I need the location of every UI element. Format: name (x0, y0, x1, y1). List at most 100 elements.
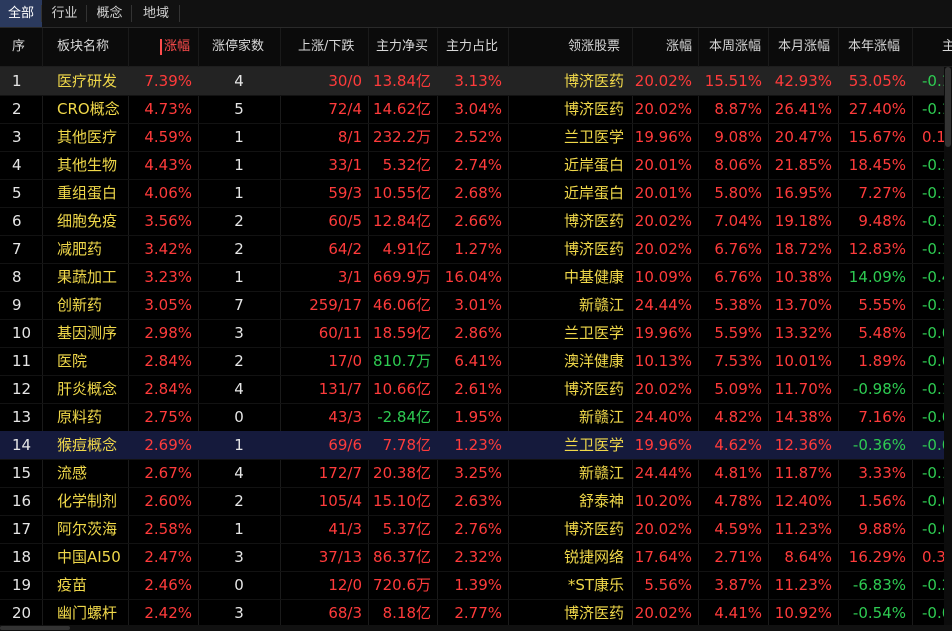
row-up-down: 41/3 (328, 520, 362, 538)
row-year-change: 9.88% (858, 520, 906, 538)
row-month-change: 11.70% (774, 380, 832, 398)
row-main-ratio: 6.41% (454, 352, 502, 370)
row-up-down: 3/1 (337, 268, 362, 286)
row-leading-stock: 近岸蛋白 (563, 184, 624, 202)
row-year-change: -0.54% (852, 604, 906, 622)
tab-region[interactable]: 地域 (132, 0, 180, 27)
row-week-change: 4.82% (714, 408, 762, 426)
row-up-down: 60/11 (318, 324, 362, 342)
table-row[interactable]: 20 幽门螺杆 2.42% 3 68/3 8.18亿 2.77% 博济医药 20.02% 4.41… (0, 599, 952, 625)
col-header-leading-stock[interactable]: 领涨股票 (568, 28, 620, 66)
row-week-change: 5.59% (714, 324, 762, 342)
row-index: 13 (12, 408, 32, 426)
row-limit-up: 3 (234, 324, 244, 342)
col-header-year-change[interactable]: 本年涨幅 (848, 28, 900, 66)
row-leader-change: 24.40% (634, 408, 692, 426)
table-row[interactable]: 19 疫苗 2.46% 0 12/0 720.6万 1.39% *ST康乐 5.56% 3.87%… (0, 571, 952, 600)
table-row[interactable]: 9 创新药 3.05% 7 259/17 46.06亿 3.01% 新赣江 24.44% 5.38… (0, 291, 952, 320)
row-year-change: 14.09% (848, 268, 906, 286)
row-leading-stock: *ST康乐 (567, 576, 624, 594)
tab-concept[interactable]: 概念 (87, 0, 132, 27)
row-leader-change: 20.02% (634, 380, 692, 398)
row-up-down: 259/17 (309, 296, 362, 314)
table-row[interactable]: 15 流感 2.67% 4 172/7 20.38亿 3.25% 新赣江 24.44% 4.81%… (0, 459, 952, 488)
row-net-buy: 5.37亿 (382, 520, 431, 538)
row-sector-name: 肝炎概念 (57, 380, 118, 398)
row-index: 18 (12, 548, 32, 566)
table-row[interactable]: 3 其他医疗 4.59% 1 8/1 232.2万 2.52% 兰卫医学 19.96% 9.08%… (0, 123, 952, 152)
col-header-up-down[interactable]: 上涨/下跌 (298, 28, 354, 66)
row-leader-change: 5.56% (644, 576, 692, 594)
row-sector-name: 疫苗 (57, 576, 88, 594)
tab-all[interactable]: 全部 (0, 0, 42, 27)
col-header-month-change[interactable]: 本月涨幅 (778, 28, 830, 66)
row-sector-name: 中国AI50 (57, 548, 121, 566)
table-row[interactable]: 18 中国AI50 2.47% 3 37/13 86.37亿 2.32% 锐捷网络 17.64%… (0, 543, 952, 572)
vertical-scrollbar[interactable] (944, 67, 952, 625)
col-header-leader-change[interactable]: 涨幅 (666, 28, 692, 66)
row-main-ratio: 1.23% (454, 436, 502, 454)
row-index: 3 (12, 128, 22, 146)
table-row[interactable]: 8 果蔬加工 3.23% 1 3/1 669.9万 16.04% 中基健康 10.09% 6.76… (0, 263, 952, 292)
row-leading-stock: 舒泰神 (578, 492, 624, 510)
table-row[interactable]: 11 医院 2.84% 2 17/0 810.7万 6.41% 澳洋健康 10.13% 7.53%… (0, 347, 952, 376)
row-month-change: 10.92% (774, 604, 832, 622)
horizontal-scroll-thumb[interactable] (0, 626, 70, 630)
row-leading-stock: 新赣江 (578, 464, 624, 482)
row-leading-stock: 中基健康 (563, 268, 624, 286)
row-week-change: 4.78% (714, 492, 762, 510)
row-change: 4.43% (144, 156, 192, 174)
row-index: 10 (12, 324, 32, 342)
col-header-limit-up[interactable]: 涨停家数 (212, 28, 264, 66)
col-header-main-ratio[interactable]: 主力占比 (446, 28, 498, 66)
row-year-change: 9.48% (858, 212, 906, 230)
horizontal-scrollbar[interactable] (0, 625, 952, 631)
table-row[interactable]: 17 阿尔茨海 2.58% 1 41/3 5.37亿 2.76% 博济医药 20.02% 4.59… (0, 515, 952, 544)
row-main-ratio: 2.68% (454, 184, 502, 202)
row-leader-change: 24.44% (634, 464, 692, 482)
table-row[interactable]: 4 其他生物 4.43% 1 33/1 5.32亿 2.74% 近岸蛋白 20.01% 8.06%… (0, 151, 952, 180)
row-net-buy: 20.38亿 (373, 464, 431, 482)
row-year-change: 53.05% (848, 72, 906, 90)
row-leading-stock: 博济医药 (563, 100, 624, 118)
row-month-change: 12.40% (774, 492, 832, 510)
row-up-down: 8/1 (337, 128, 362, 146)
row-week-change: 5.09% (714, 380, 762, 398)
row-up-down: 12/0 (328, 576, 362, 594)
row-week-change: 4.62% (714, 436, 762, 454)
row-sector-name: 猴痘概念 (57, 436, 118, 454)
col-header-net-buy[interactable]: 主力净买 (376, 28, 428, 66)
row-week-change: 4.81% (714, 464, 762, 482)
col-header-week-change[interactable]: 本周涨幅 (709, 28, 761, 66)
table-row[interactable]: 6 细胞免疫 3.56% 2 60/5 12.84亿 2.66% 博济医药 20.02% 7.04… (0, 207, 952, 236)
table-row[interactable]: 7 减肥药 3.42% 2 64/2 4.91亿 1.27% 博济医药 20.02% 6.76% 1… (0, 235, 952, 264)
row-week-change: 3.87% (714, 576, 762, 594)
row-net-buy: 46.06亿 (373, 296, 431, 314)
table-row[interactable]: 1 医疗研发 7.39% 4 30/0 13.84亿 3.13% 博济医药 20.02% 15.5… (0, 67, 952, 96)
row-main-ratio: 2.61% (454, 380, 502, 398)
col-header-index[interactable]: 序 (12, 28, 25, 66)
col-header-extra[interactable]: 主 (942, 28, 952, 66)
col-header-change[interactable]: 涨幅 (160, 28, 190, 66)
row-week-change: 8.06% (714, 156, 762, 174)
table-row[interactable]: 12 肝炎概念 2.84% 4 131/7 10.66亿 2.61% 博济医药 20.02% 5.… (0, 375, 952, 404)
table-row[interactable]: 13 原料药 2.75% 0 43/3 -2.84亿 1.95% 新赣江 24.40% 4.82%… (0, 403, 952, 432)
tab-industry[interactable]: 行业 (42, 0, 87, 27)
col-header-sector-name[interactable]: 板块名称 (57, 28, 109, 66)
row-year-change: 27.40% (848, 100, 906, 118)
row-index: 15 (12, 464, 32, 482)
table-row[interactable]: 2 CRO概念 4.73% 5 72/4 14.62亿 3.04% 博济医药 20.02% 8.8… (0, 95, 952, 124)
table-row[interactable]: 14 猴痘概念 2.69% 1 69/6 7.78亿 1.23% 兰卫医学 19.96% 4.62… (0, 431, 952, 460)
table-row[interactable]: 5 重组蛋白 4.06% 1 59/3 10.55亿 2.68% 近岸蛋白 20.01% 5.80… (0, 179, 952, 208)
table-row[interactable]: 16 化学制剂 2.60% 2 105/4 15.10亿 2.63% 舒泰神 10.20% 4.7… (0, 487, 952, 516)
table-row[interactable]: 10 基因测序 2.98% 3 60/11 18.59亿 2.86% 兰卫医学 19.96% 5.… (0, 319, 952, 348)
row-leader-change: 24.44% (634, 296, 692, 314)
tab-label: 地域 (142, 6, 169, 21)
category-tabs: 全部 行业 概念 地域 (0, 0, 952, 28)
vertical-scroll-thumb[interactable] (945, 67, 951, 147)
row-leader-change: 17.64% (634, 548, 692, 566)
row-index: 9 (12, 296, 22, 314)
row-sector-name: 阿尔茨海 (57, 520, 118, 538)
row-change: 2.47% (144, 548, 192, 566)
row-net-buy: 810.7万 (373, 352, 431, 370)
